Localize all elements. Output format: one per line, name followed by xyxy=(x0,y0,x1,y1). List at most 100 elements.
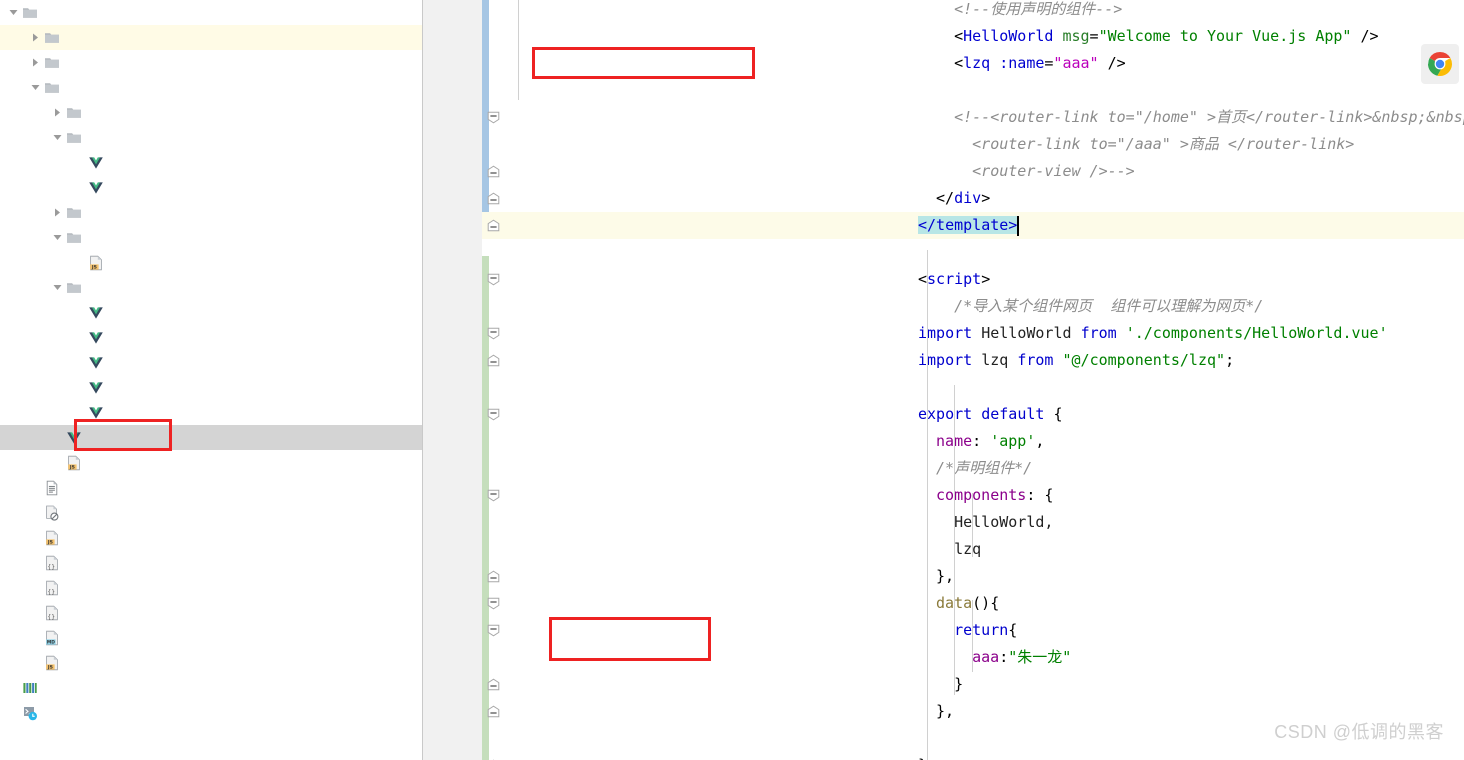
tree-item-App-vue[interactable] xyxy=(0,425,422,450)
tree-item-Aaa-vue[interactable] xyxy=(0,300,422,325)
line-number xyxy=(423,401,468,428)
folder-icon xyxy=(64,100,83,125)
vue-file-icon xyxy=(86,325,105,350)
tree-item-assets[interactable] xyxy=(0,100,422,125)
svg-text:{}: {} xyxy=(47,564,55,571)
code-line[interactable]: } xyxy=(954,671,963,698)
tree-item-AboutView-vue[interactable] xyxy=(0,325,422,350)
tree-item-README-md[interactable]: MD xyxy=(0,625,422,650)
tree-item-package-lock-json[interactable]: {} xyxy=(0,600,422,625)
chevron-down-icon[interactable] xyxy=(50,225,64,250)
tree-item-node_modules[interactable] xyxy=(0,25,422,50)
project-tree-panel[interactable]: JS JS JS {} {} {} MD JS xyxy=(0,0,423,760)
svg-text:MD: MD xyxy=(46,639,54,645)
chevron-down-icon[interactable] xyxy=(6,0,20,25)
tree-item-router[interactable] xyxy=(0,225,422,250)
fold-collapse-icon[interactable] xyxy=(487,111,500,124)
code-token: /*声明组件*/ xyxy=(936,459,1033,477)
tree-item-Home-vue[interactable] xyxy=(0,350,422,375)
code-line[interactable]: </template> xyxy=(918,212,1018,239)
tree-item-HelloWorld-vue[interactable] xyxy=(0,150,422,175)
chevron-down-icon[interactable] xyxy=(50,125,64,150)
fold-end-icon[interactable] xyxy=(487,354,500,367)
fold-end-icon[interactable] xyxy=(487,705,500,718)
code-line[interactable]: <!--使用声明的组件--> xyxy=(954,0,1122,23)
code-line[interactable]: data(){ xyxy=(936,590,999,617)
tree-item-plugins[interactable] xyxy=(0,200,422,225)
code-token: './components/HelloWorld.vue' xyxy=(1125,324,1388,342)
fold-end-icon[interactable] xyxy=(487,678,500,691)
code-line[interactable]: return{ xyxy=(954,617,1017,644)
line-number xyxy=(423,131,468,158)
tree-item-index-js[interactable]: JS xyxy=(0,250,422,275)
folder-icon xyxy=(42,25,61,50)
code-line[interactable]: export default { xyxy=(918,401,1063,428)
chevron-down-icon[interactable] xyxy=(28,75,42,100)
tree-item-HomeView-vue[interactable] xyxy=(0,375,422,400)
chevron-right-icon[interactable] xyxy=(50,200,64,225)
fold-end-icon[interactable] xyxy=(487,165,500,178)
tree-item-scratches-and-consoles[interactable] xyxy=(0,700,422,725)
svg-text:JS: JS xyxy=(90,264,96,270)
code-line[interactable]: <script> xyxy=(918,266,990,293)
fold-collapse-icon[interactable] xyxy=(487,597,500,610)
line-number xyxy=(423,239,468,266)
chevron-right-icon[interactable] xyxy=(28,25,42,50)
tree-item-src[interactable] xyxy=(0,75,422,100)
code-line[interactable]: import lzq from "@/components/lzq"; xyxy=(918,347,1234,374)
fold-collapse-icon[interactable] xyxy=(487,273,500,286)
code-line[interactable]: <router-link to="/aaa" >商品 </router-link… xyxy=(954,131,1354,158)
selected-text[interactable]: </template> xyxy=(918,216,1018,234)
tree-item-lzq-vue[interactable] xyxy=(0,175,422,200)
chevron-down-icon[interactable] xyxy=(50,275,64,300)
tree-item-login-vue[interactable] xyxy=(0,400,422,425)
tree-item-babel-config-js[interactable]: JS xyxy=(0,525,422,550)
tree-item-qy165vue-01[interactable] xyxy=(0,0,422,25)
code-line[interactable]: <router-view />--> xyxy=(954,158,1135,185)
fold-end-icon[interactable] xyxy=(487,219,500,232)
code-line[interactable]: import HelloWorld from './components/Hel… xyxy=(918,320,1388,347)
fold-end-icon[interactable] xyxy=(487,192,500,205)
chevron-right-icon[interactable] xyxy=(50,100,64,125)
tree-item-components[interactable] xyxy=(0,125,422,150)
line-number xyxy=(423,563,468,590)
code-line[interactable]: </div> xyxy=(936,185,990,212)
code-line[interactable]: name: 'app', xyxy=(936,428,1044,455)
code-line[interactable]: }, xyxy=(936,698,954,725)
code-token: < xyxy=(918,270,928,288)
tree-item-package-json[interactable]: {} xyxy=(0,575,422,600)
code-line[interactable]: aaa:"朱一龙" xyxy=(972,644,1071,671)
fold-collapse-icon[interactable] xyxy=(487,489,500,502)
tree-item-vue-config-js[interactable]: JS xyxy=(0,650,422,675)
code-editor[interactable]: <!--使用声明的组件--> <HelloWorld msg="Welcome t… xyxy=(423,0,1464,760)
fold-collapse-icon[interactable] xyxy=(487,408,500,421)
chrome-browser-button[interactable] xyxy=(1421,44,1459,84)
code-line[interactable]: <!--<router-link to="/home" >首页</router-… xyxy=(954,104,1464,131)
line-number xyxy=(423,374,468,401)
code-line[interactable]: /*导入某个组件网页 组件可以理解为网页*/ xyxy=(954,293,1263,320)
tree-item-gitignore[interactable] xyxy=(0,500,422,525)
code-line[interactable]: HelloWorld, xyxy=(954,509,1053,536)
line-number xyxy=(423,347,468,374)
tree-item-main-js[interactable]: JS xyxy=(0,450,422,475)
code-line[interactable]: <lzq :name="aaa" /> xyxy=(954,50,1126,77)
code-line[interactable]: lzq xyxy=(954,536,981,563)
code-line[interactable]: }, xyxy=(936,563,954,590)
chevron-right-icon[interactable] xyxy=(28,50,42,75)
code-line[interactable]: } xyxy=(918,752,927,760)
tree-item-browserslistrc[interactable] xyxy=(0,475,422,500)
tree-item-public[interactable] xyxy=(0,50,422,75)
code-text-area[interactable]: <!--使用声明的组件--> <HelloWorld msg="Welcome t… xyxy=(423,0,1464,760)
code-token: aaa xyxy=(972,648,1000,666)
tree-item-views[interactable] xyxy=(0,275,422,300)
code-line[interactable]: /*声明组件*/ xyxy=(936,455,1032,482)
tree-item-jsconfig-json[interactable]: {} xyxy=(0,550,422,575)
fold-collapse-icon[interactable] xyxy=(487,327,500,340)
tree-item-external-libraries[interactable] xyxy=(0,675,422,700)
fold-collapse-icon[interactable] xyxy=(487,624,500,637)
fold-end-icon[interactable] xyxy=(487,570,500,583)
code-line[interactable]: <HelloWorld msg="Welcome to Your Vue.js … xyxy=(954,23,1378,50)
